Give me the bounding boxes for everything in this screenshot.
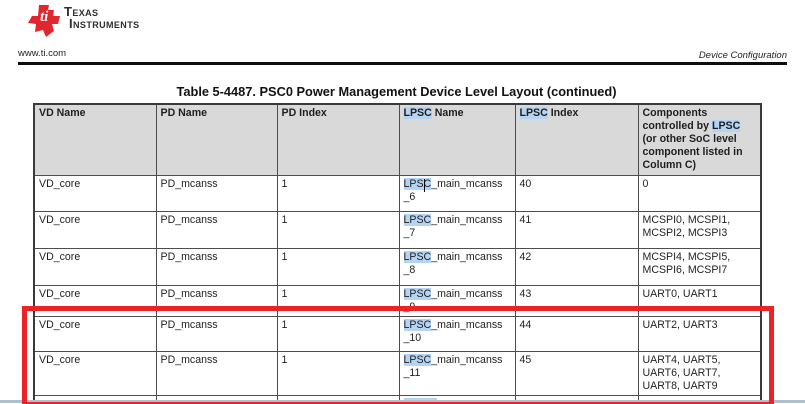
header-text: (or other SoC level component listed in … — [643, 133, 743, 171]
lpsc-name-line2: _7 — [404, 227, 511, 240]
cell-components: 0 — [638, 176, 761, 212]
cell-vd-name: VD_core — [34, 249, 156, 286]
search-highlight: LPSC — [404, 288, 432, 300]
col-header-pd-name: PD Name — [156, 104, 277, 176]
table-row: VD_core PD_mcanss 1 LPSC_main_mcanss_7 4… — [34, 212, 761, 249]
search-highlight: LPSC — [712, 120, 740, 132]
col-header-pd-index: PD Index — [277, 104, 399, 176]
cell-lpsc-index: 41 — [515, 212, 638, 249]
red-annotation-box — [22, 306, 774, 404]
header-text: PD Index — [282, 107, 327, 119]
col-header-lpsc-index: LPSC Index — [515, 104, 638, 176]
search-highlight: LPSC — [404, 178, 432, 190]
cell-lpsc-name: LPSC_main_mcanss_6 — [399, 176, 515, 212]
search-highlight: LPSC — [404, 214, 432, 226]
table-row: VD_core PD_mcanss 1 LPSC_main_mcanss_8 4… — [34, 249, 761, 286]
svg-text:ti: ti — [40, 9, 49, 25]
header-text: Index — [548, 107, 579, 119]
cell-lpsc-name: LPSC_main_mcanss_7 — [399, 212, 515, 249]
table-title: Table 5-4487. PSC0 Power Management Devi… — [33, 84, 760, 99]
cell-pd-name: PD_mcanss — [156, 176, 277, 212]
cell-components: MCSPI4, MCSPI5, MCSPI6, MCSPI7 — [638, 249, 761, 286]
cell-vd-name: VD_core — [34, 212, 156, 249]
col-header-vd-name: VD Name — [34, 104, 156, 176]
cell-pd-index: 1 — [277, 176, 399, 212]
cell-pd-name: PD_mcanss — [156, 212, 277, 249]
header-text: Components controlled by — [643, 107, 712, 132]
header-rule — [18, 62, 787, 65]
section-label: Device Configuration — [699, 50, 787, 61]
search-highlight: LPSC — [404, 107, 432, 119]
cell-vd-name: VD_core — [34, 176, 156, 212]
lpsc-name-line2: _6 — [404, 191, 511, 204]
search-highlight: LPSC — [404, 251, 432, 263]
lpsc-name-text: _main_mcanss — [431, 214, 502, 226]
ti-logo-icon: ti — [27, 4, 63, 43]
col-header-lpsc-name: LPSC Name — [399, 104, 515, 176]
cell-lpsc-index: 42 — [515, 249, 638, 286]
lpsc-name-text: _main_mcanss — [431, 251, 502, 263]
cell-lpsc-index: 40 — [515, 176, 638, 212]
header-text: VD Name — [39, 107, 86, 119]
lpsc-name-text: _main_mcanss — [431, 178, 502, 190]
lpsc-name-line2: _8 — [404, 264, 511, 277]
cell-lpsc-name: LPSC_main_mcanss_8 — [399, 249, 515, 286]
cell-components: MCSPI0, MCSPI1, MCSPI2, MCSPI3 — [638, 212, 761, 249]
ti-website-link[interactable]: www.ti.com — [18, 48, 66, 59]
lpsc-name-text: _main_mcanss — [431, 288, 502, 300]
cell-pd-index: 1 — [277, 212, 399, 249]
table-header-row: VD Name PD Name PD Index LPSC Name LPSC … — [34, 104, 761, 176]
pdf-page: ti Texas Instruments www.ti.com Device C… — [0, 0, 805, 404]
search-highlight: LPSC — [520, 107, 548, 119]
col-header-components: Components controlled by LPSC (or other … — [638, 104, 761, 176]
cell-pd-name: PD_mcanss — [156, 249, 277, 286]
table-row: VD_core PD_mcanss 1 LPSC_main_mcanss_6 4… — [34, 176, 761, 212]
brand-name: Texas Instruments — [64, 6, 140, 30]
cell-pd-index: 1 — [277, 249, 399, 286]
header-text: PD Name — [161, 107, 208, 119]
text-cursor — [424, 179, 426, 192]
brand-line2: Instruments — [69, 18, 140, 30]
header-text: Name — [432, 107, 464, 119]
